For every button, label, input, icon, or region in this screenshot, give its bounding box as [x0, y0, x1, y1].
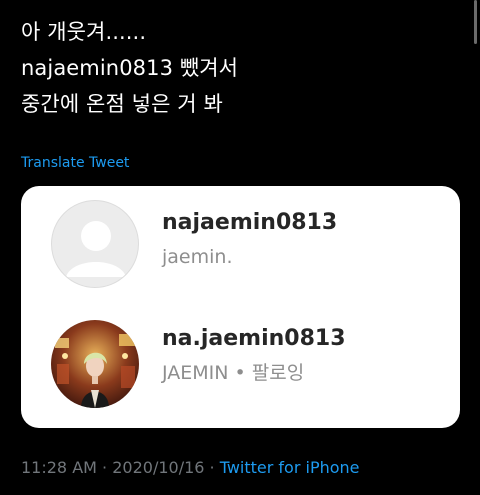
account-handle: najaemin0813 — [162, 210, 338, 235]
account-display-name: jaemin. — [162, 246, 233, 268]
tweet-detail: 아 개웃겨...... najaemin0813 뺐겨서 중간에 온점 넣은 거… — [0, 0, 480, 495]
account-display-name: JAEMIN • 팔로잉 — [162, 362, 305, 384]
meta-separator: · — [96, 458, 113, 477]
attached-image-card[interactable]: najaemin0813 jaemin. na.jaemin0813 JAEMI… — [21, 186, 460, 428]
tweet-metadata: 11:28 AM · 2020/10/16 · Twitter for iPho… — [21, 458, 360, 477]
tweet-text: 아 개웃겨...... najaemin0813 뺐겨서 중간에 온점 넣은 거… — [21, 14, 238, 122]
scrollbar[interactable] — [474, 0, 477, 44]
meta-separator: · — [204, 458, 220, 477]
account-handle: na.jaemin0813 — [162, 326, 346, 351]
profile-photo-avatar — [51, 320, 139, 408]
tweet-time: 11:28 AM — [21, 458, 97, 477]
translate-tweet-link[interactable]: Translate Tweet — [21, 155, 129, 171]
tweet-text-line: 아 개웃겨...... — [21, 20, 147, 44]
tweet-date: 2020/10/16 — [112, 458, 205, 477]
tweet-source-link[interactable]: Twitter for iPhone — [220, 458, 360, 477]
tweet-text-line: najaemin0813 뺐겨서 — [21, 56, 239, 80]
tweet-text-line: 중간에 온점 넣은 거 봐 — [21, 92, 223, 116]
account-row-na-jaemin0813[interactable]: na.jaemin0813 JAEMIN • 팔로잉 — [21, 314, 460, 426]
account-row-najaemin0813[interactable]: najaemin0813 jaemin. — [21, 194, 460, 306]
default-avatar-icon — [51, 200, 139, 288]
